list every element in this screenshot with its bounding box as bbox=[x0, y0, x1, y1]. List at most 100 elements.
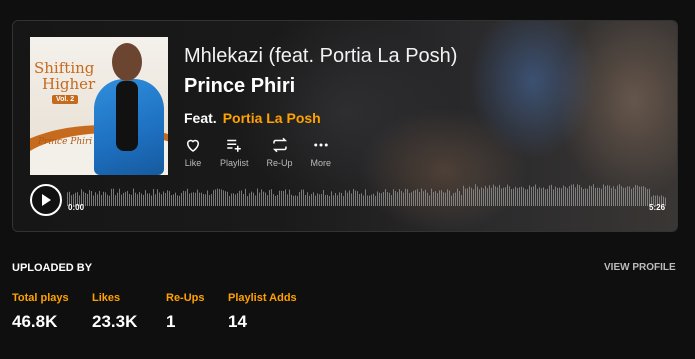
waveform-bar bbox=[459, 191, 460, 206]
waveform-bar bbox=[619, 184, 620, 206]
waveform-bar bbox=[87, 193, 88, 206]
waveform-bar bbox=[317, 193, 318, 206]
waveform-bar bbox=[609, 185, 610, 206]
waveform-bar bbox=[261, 189, 262, 206]
waveform-bar bbox=[517, 188, 518, 206]
waveform-bar bbox=[323, 190, 324, 206]
waveform-bar bbox=[461, 194, 462, 206]
more-button[interactable]: More bbox=[311, 136, 331, 168]
waveform-bar bbox=[287, 194, 288, 206]
waveform-bar bbox=[357, 191, 358, 206]
feat-label: Feat. bbox=[184, 110, 217, 126]
waveform-bar bbox=[91, 191, 92, 206]
waveform-bar bbox=[285, 189, 286, 206]
waveform-bar bbox=[151, 195, 152, 206]
waveform-bar bbox=[637, 185, 638, 206]
waveform-bar bbox=[185, 191, 186, 206]
waveform-bar bbox=[383, 191, 384, 206]
waveform-scrubber[interactable] bbox=[67, 180, 667, 214]
waveform-bar bbox=[233, 193, 234, 206]
waveform-bar bbox=[587, 188, 588, 206]
waveform-bar bbox=[89, 190, 90, 206]
waveform-bar bbox=[401, 190, 402, 206]
waveform-bar bbox=[457, 188, 458, 206]
waveform-bar bbox=[107, 194, 108, 206]
waveform-bar bbox=[665, 197, 666, 206]
waveform-bar bbox=[245, 188, 246, 206]
reup-button[interactable]: Re-Up bbox=[267, 136, 293, 168]
waveform-bar bbox=[145, 190, 146, 206]
waveform-bar bbox=[351, 193, 352, 206]
song-title: Mhlekazi (feat. Portia La Posh) bbox=[184, 45, 458, 67]
waveform-bar bbox=[571, 184, 572, 206]
waveform-bar bbox=[557, 187, 558, 206]
waveform-bar bbox=[201, 192, 202, 206]
playlist-button[interactable]: Playlist bbox=[220, 136, 249, 168]
waveform-bar bbox=[491, 187, 492, 206]
waveform-bar bbox=[373, 193, 374, 206]
waveform-bar bbox=[345, 190, 346, 206]
stat-value: 1 bbox=[166, 312, 176, 331]
uploaded-by-heading: UPLOADED BY bbox=[12, 262, 93, 274]
waveform-bar bbox=[561, 188, 562, 206]
waveform-bar bbox=[465, 188, 466, 206]
waveform-bar bbox=[443, 192, 444, 206]
waveform-bar bbox=[339, 192, 340, 206]
waveform-bar bbox=[235, 194, 236, 206]
waveform-bar bbox=[307, 192, 308, 206]
waveform-bar bbox=[329, 196, 330, 206]
waveform-bar bbox=[363, 195, 364, 206]
waveform-bar bbox=[559, 187, 560, 206]
waveform-bar bbox=[239, 190, 240, 206]
waveform-bar bbox=[493, 184, 494, 206]
waveform-bar bbox=[433, 191, 434, 206]
stat-value: 14 bbox=[228, 312, 247, 331]
waveform-bar bbox=[485, 185, 486, 206]
waveform-bar bbox=[281, 190, 282, 206]
waveform-bar bbox=[621, 186, 622, 206]
waveform-bar bbox=[197, 189, 198, 206]
waveform-bar bbox=[305, 194, 306, 206]
view-profile-link[interactable]: VIEW PROFILE bbox=[604, 262, 676, 273]
waveform-bar bbox=[159, 192, 160, 206]
like-button[interactable]: Like bbox=[184, 136, 202, 168]
waveform-bar bbox=[579, 185, 580, 206]
waveform-bar bbox=[611, 187, 612, 206]
waveform-bar bbox=[267, 195, 268, 206]
play-button[interactable] bbox=[30, 184, 62, 216]
waveform-bar bbox=[249, 193, 250, 206]
waveform-bar bbox=[205, 194, 206, 206]
waveform-bar bbox=[469, 186, 470, 206]
waveform-bar bbox=[385, 189, 386, 206]
waveform-bar bbox=[389, 192, 390, 206]
waveform-bar bbox=[257, 188, 258, 206]
waveform-bar bbox=[173, 194, 174, 206]
waveform-bar bbox=[311, 193, 312, 206]
waveform-bar bbox=[447, 189, 448, 206]
waveform-bar bbox=[525, 189, 526, 206]
waveform-bar bbox=[179, 195, 180, 206]
waveform-bar bbox=[541, 188, 542, 206]
waveform-bar bbox=[241, 190, 242, 206]
waveform-bar bbox=[641, 186, 642, 206]
waveform-bar bbox=[547, 188, 548, 206]
stat-label: Total plays bbox=[12, 292, 69, 304]
waveform-bar bbox=[473, 189, 474, 206]
waveform-bar bbox=[565, 186, 566, 206]
waveform-bar bbox=[101, 194, 102, 206]
stat-label: Playlist Adds bbox=[228, 292, 297, 304]
waveform-bar bbox=[207, 190, 208, 206]
waveform-bar bbox=[111, 188, 112, 206]
waveform-bar bbox=[513, 188, 514, 206]
waveform-bar bbox=[545, 189, 546, 206]
stat-playlist-adds: Playlist Adds 14 bbox=[228, 292, 328, 332]
waveform-bar bbox=[253, 192, 254, 206]
waveform-bar bbox=[99, 190, 100, 206]
feat-artist-link[interactable]: Portia La Posh bbox=[223, 110, 321, 126]
album-cover[interactable]: Shifting Higher Vol. 2 Prince Phiri bbox=[30, 37, 168, 175]
artist-name[interactable]: Prince Phiri bbox=[184, 75, 295, 98]
waveform-bar bbox=[129, 193, 130, 206]
waveform-bar bbox=[271, 189, 272, 206]
waveform-bar bbox=[639, 186, 640, 206]
waveform-bar bbox=[367, 195, 368, 206]
